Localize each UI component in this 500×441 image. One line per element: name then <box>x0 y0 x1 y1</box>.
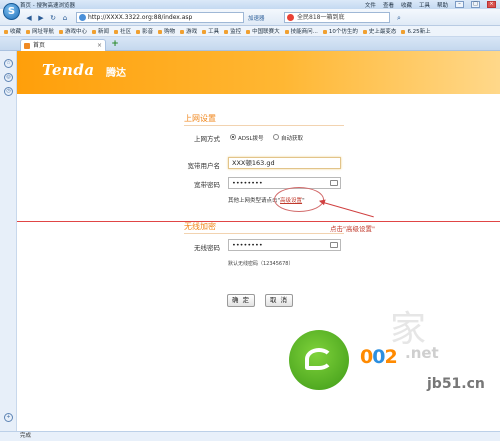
watermark-site: jb51.cn <box>427 376 485 392</box>
adsl-radio-label[interactable]: ADSL拨号 <box>238 134 264 142</box>
fav-item[interactable]: 购物 <box>158 27 175 35</box>
favorites-bar: 收藏 网址导航 游戏中心 新闻 社区 影音 购物 游戏 工具 监控 中国联赛大 … <box>0 26 500 37</box>
sidebar-add-icon[interactable]: + <box>4 413 13 422</box>
annotation-arrow <box>319 201 374 218</box>
watermark-suffix: .net <box>405 344 439 362</box>
tab-bar: 首页 × + <box>0 37 500 51</box>
sidebar-favorites-icon[interactable]: ☆ <box>4 59 13 68</box>
fav-item[interactable]: 10个仿生的 <box>323 27 358 35</box>
fav-item[interactable]: 收藏 <box>4 27 21 35</box>
menu-view[interactable]: 查看 <box>383 1 394 9</box>
fav-item[interactable]: 中国联赛大 <box>246 27 280 35</box>
url-input[interactable]: http://XXXX.3322.org:88/index.asp <box>76 12 244 23</box>
tab-close-icon[interactable]: × <box>97 40 102 51</box>
menu-tools[interactable]: 工具 <box>419 1 430 9</box>
close-button[interactable]: × <box>487 1 496 8</box>
menu-help[interactable]: 帮助 <box>437 1 448 9</box>
fav-item[interactable]: 网址导航 <box>26 27 54 35</box>
router-page: Tenda 腾达 上网设置 上网方式 ADSL拨号 自动获取 宽带用户名 XXX… <box>17 51 500 431</box>
sidebar-history-icon[interactable]: ◷ <box>4 87 13 96</box>
annotation-line <box>17 221 500 222</box>
address-bar: ◀ ▶ ↻ ⌂ http://XXXX.3322.org:88/index.as… <box>0 9 500 26</box>
fav-item[interactable]: 新闻 <box>92 27 109 35</box>
keyboard-icon[interactable] <box>330 242 338 248</box>
fav-item[interactable]: 工具 <box>202 27 219 35</box>
home-icon[interactable]: ⌂ <box>60 13 70 23</box>
search-engine-icon <box>287 14 294 21</box>
site-icon <box>79 14 86 21</box>
wireless-section-title: 无线加密 <box>184 222 216 231</box>
highlight-ellipse <box>274 187 324 212</box>
annotation-callout: 点击"高级设置" <box>330 225 375 233</box>
menu-file[interactable]: 文件 <box>365 1 376 9</box>
watermark-number: 002 <box>360 346 398 368</box>
menu-favorites[interactable]: 收藏 <box>401 1 412 9</box>
title-bar: 首页 - 搜狗高速浏览器 文件 查看 收藏 工具 帮助 – □ × <box>0 0 500 9</box>
menu-bar: 文件 查看 收藏 工具 帮助 – □ × <box>365 1 500 9</box>
access-mode-label: 上网方式 <box>194 135 220 143</box>
fav-item[interactable]: 影音 <box>136 27 153 35</box>
brand-logo: Tenda <box>42 61 95 79</box>
sidebar: ☆ ◎ ◷ + <box>0 51 17 431</box>
internet-section-title: 上网设置 <box>184 114 216 123</box>
default-password-note: 默认无线密码（12345678） <box>228 261 294 267</box>
keyboard-icon[interactable] <box>330 180 338 186</box>
status-bar: 完成 <box>0 431 500 441</box>
back-icon[interactable]: ◀ <box>24 13 34 23</box>
forward-icon[interactable]: ▶ <box>36 13 46 23</box>
tab-home[interactable]: 首页 × <box>20 39 106 51</box>
divider <box>184 125 344 126</box>
maximize-button[interactable]: □ <box>471 1 480 8</box>
password-label: 宽带密码 <box>194 181 220 189</box>
wifi-password-input[interactable]: •••••••• <box>228 239 341 251</box>
watermark-leaf-icon <box>305 348 333 370</box>
browser-logo-icon[interactable]: S <box>3 3 20 20</box>
accelerator-button[interactable]: 加速器 <box>248 14 265 22</box>
search-input[interactable]: 全民818一箱到底 <box>284 12 390 23</box>
fav-item[interactable]: 游戏 <box>180 27 197 35</box>
sidebar-apps-icon[interactable]: ◎ <box>4 73 13 82</box>
minimize-button[interactable]: – <box>455 1 464 8</box>
window-title: 首页 - 搜狗高速浏览器 <box>20 2 75 9</box>
status-text: 完成 <box>20 433 32 439</box>
password-input[interactable]: •••••••• <box>228 177 341 189</box>
username-input[interactable]: XXX顿163.gd <box>228 157 341 169</box>
divider <box>184 233 344 234</box>
adsl-radio[interactable] <box>230 134 236 140</box>
fav-item[interactable]: 史上最变态 <box>363 27 397 35</box>
cancel-button[interactable]: 取 消 <box>265 294 293 307</box>
fav-item[interactable]: 6.25新上 <box>401 27 430 35</box>
fav-item[interactable]: 游戏中心 <box>59 27 87 35</box>
refresh-icon[interactable]: ↻ <box>48 13 58 23</box>
new-tab-icon[interactable]: + <box>110 40 120 50</box>
header-banner: Tenda 腾达 <box>17 51 500 94</box>
fav-item[interactable]: 技能商问... <box>285 27 318 35</box>
wifi-password-label: 无线密码 <box>194 244 220 252</box>
brand-cn: 腾达 <box>106 68 126 79</box>
username-label: 宽带用户名 <box>187 162 221 170</box>
page-icon <box>24 43 30 49</box>
auto-radio-label[interactable]: 自动获取 <box>281 134 303 142</box>
auto-radio[interactable] <box>273 134 279 140</box>
fav-item[interactable]: 社区 <box>114 27 131 35</box>
ok-button[interactable]: 确 定 <box>227 294 255 307</box>
fav-item[interactable]: 监控 <box>224 27 241 35</box>
search-icon[interactable]: ⌕ <box>394 13 404 23</box>
